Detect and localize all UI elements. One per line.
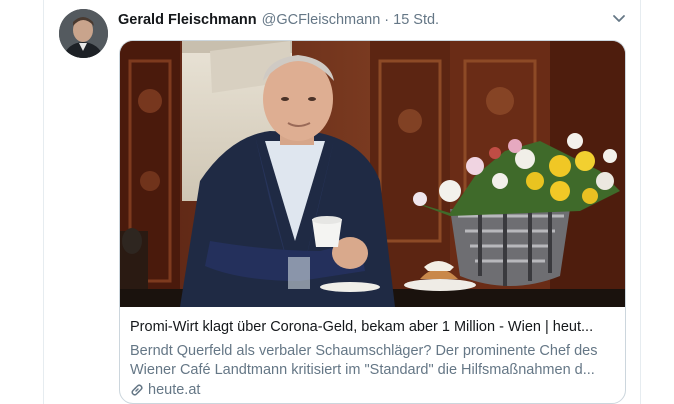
- card-title[interactable]: Promi-Wirt klagt über Corona-Geld, bekam…: [130, 319, 618, 335]
- card-domain[interactable]: heute.at: [130, 381, 200, 399]
- author-handle[interactable]: @GCFleischmann: [262, 12, 381, 28]
- tweet-timestamp[interactable]: 15 Std.: [393, 12, 439, 28]
- avatar[interactable]: [59, 9, 108, 58]
- card-domain-label: heute.at: [148, 382, 201, 398]
- avatar-photo: [59, 9, 108, 58]
- separator-dot: ·: [384, 12, 390, 28]
- chevron-down-icon[interactable]: [611, 12, 627, 26]
- card-image[interactable]: [120, 41, 626, 307]
- link-icon: [131, 384, 143, 396]
- card-description[interactable]: Berndt Querfeld als verbaler Schaumschlä…: [130, 342, 618, 380]
- link-preview-card[interactable]: Promi-Wirt klagt über Corona-Geld, bekam…: [119, 40, 626, 404]
- author-name[interactable]: Gerald Fleischmann: [118, 12, 257, 28]
- tweet-header: Gerald Fleischmann @GCFleischmann · 15 S…: [118, 10, 439, 30]
